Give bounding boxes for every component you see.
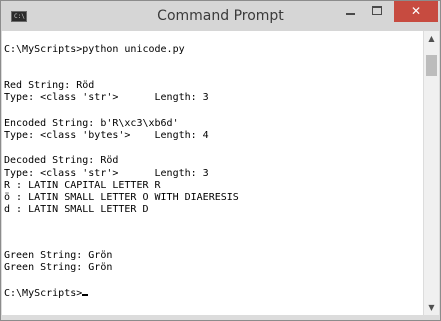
console-line: Green String: Grön xyxy=(4,262,113,273)
maximize-button[interactable] xyxy=(364,1,391,22)
console-line: C:\MyScripts>python unicode.py xyxy=(4,44,185,55)
vertical-scrollbar[interactable]: ▲ ▼ xyxy=(424,31,439,315)
maximize-icon xyxy=(372,6,382,15)
minimize-button[interactable] xyxy=(337,1,364,22)
console-line: Type: <class 'str'> Length: 3 xyxy=(4,92,209,103)
scrollbar-thumb[interactable] xyxy=(426,55,437,76)
scroll-up-arrow-icon[interactable]: ▲ xyxy=(424,31,439,46)
command-prompt-window: C:\ Command Prompt ✕ C:\MyScripts>python… xyxy=(0,0,441,321)
console-output[interactable]: C:\MyScripts>python unicode.py Red Strin… xyxy=(2,31,423,315)
minimize-icon xyxy=(346,13,355,15)
prompt-text: C:\MyScripts> xyxy=(4,288,83,299)
console-line: Type: <class 'str'> Length: 3 xyxy=(4,168,209,179)
console-line: Red String: Röd xyxy=(4,80,95,91)
console-line: Green String: Grön xyxy=(4,250,113,261)
console-line: ö : LATIN SMALL LETTER O WITH DIAERESIS xyxy=(4,192,239,203)
console-line: d : LATIN SMALL LETTER D xyxy=(4,204,149,215)
close-icon: ✕ xyxy=(410,4,422,18)
console-line: Encoded String: b'R\xc3\xb6d' xyxy=(4,118,179,129)
console-line: Type: <class 'bytes'> Length: 4 xyxy=(4,130,209,141)
text-cursor xyxy=(82,294,89,296)
console-line: Decoded String: Röd xyxy=(4,155,119,166)
console-line: R : LATIN CAPITAL LETTER R xyxy=(4,180,161,191)
close-button[interactable]: ✕ xyxy=(394,1,438,22)
scroll-down-arrow-icon[interactable]: ▼ xyxy=(424,300,439,315)
title-bar[interactable]: C:\ Command Prompt ✕ xyxy=(1,1,440,31)
command-prompt-line[interactable]: C:\MyScripts> xyxy=(4,288,89,300)
